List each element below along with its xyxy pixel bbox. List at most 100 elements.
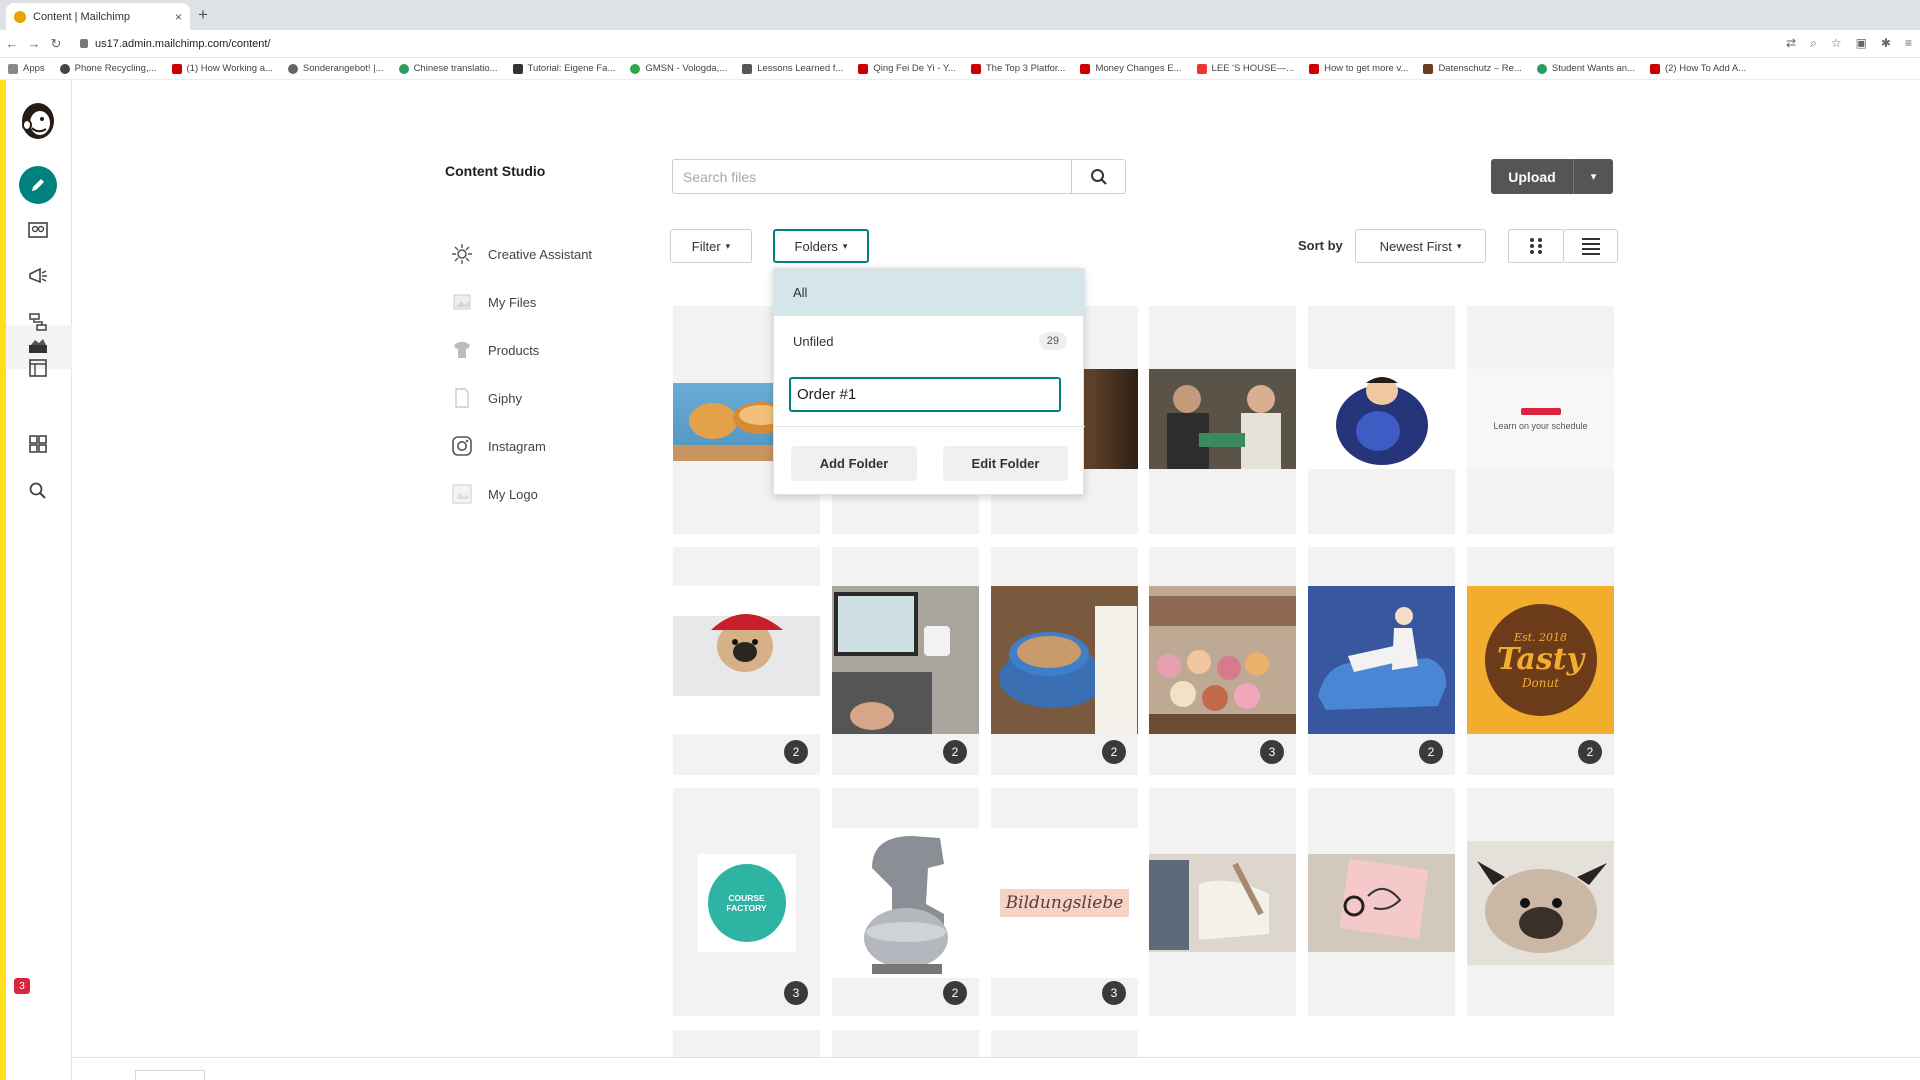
image-thumbnail: Bildungsliebe <box>991 828 1138 978</box>
content-card[interactable]: 2 <box>1308 547 1455 775</box>
tasty-donut-logo: Est. 2018 Tasty Donut <box>1484 604 1597 716</box>
create-pencil-button[interactable] <box>19 166 57 204</box>
chevron-down-icon: ▾ <box>1456 240 1462 251</box>
list-view-button[interactable] <box>1563 229 1618 263</box>
edit-folder-button[interactable]: Edit Folder <box>943 446 1068 481</box>
menu-icon[interactable]: ≡ <box>1905 36 1912 51</box>
content-card[interactable] <box>673 1030 820 1057</box>
notification-badge[interactable]: 3 <box>14 978 30 994</box>
image-thumbnail <box>1308 586 1455 734</box>
content-card[interactable] <box>1149 788 1296 1016</box>
bookmark-item[interactable]: Apps <box>8 63 45 74</box>
content-card[interactable] <box>1308 306 1455 534</box>
content-card[interactable]: COURSE FACTORY 3 <box>673 788 820 1016</box>
folders-dropdown[interactable]: Folders ▾ <box>773 229 869 263</box>
usage-count-badge: 3 <box>1102 981 1126 1005</box>
footer-tab[interactable] <box>135 1070 205 1080</box>
folder-option-label: Unfiled <box>793 333 834 349</box>
new-tab-icon[interactable]: + <box>198 5 208 25</box>
content-card[interactable] <box>1308 788 1455 1016</box>
bookmark-star-icon[interactable]: ☆ <box>1831 36 1842 51</box>
url-text: us17.admin.mailchimp.com/content/ <box>95 37 271 50</box>
content-card[interactable] <box>1149 306 1296 534</box>
bookmark-item[interactable]: Datenschutz – Re... <box>1423 63 1522 74</box>
add-folder-button[interactable]: Add Folder <box>791 446 917 481</box>
browser-tab-bar: Content | Mailchimp × + <box>0 0 1920 30</box>
bookmark-item[interactable]: LEE 'S HOUSE—... <box>1196 63 1294 74</box>
extension-icon[interactable]: ▣ <box>1856 36 1867 51</box>
zoom-icon[interactable]: ⌕ <box>1810 36 1817 51</box>
image-thumbnail: Learn on your schedule <box>1467 369 1614 469</box>
content-card[interactable] <box>991 1030 1138 1057</box>
bookmark-item[interactable]: Tutorial: Eigene Fa... <box>512 63 615 74</box>
grid-view-button[interactable] <box>1508 229 1564 263</box>
sort-value: Newest First <box>1379 238 1452 254</box>
folders-dropdown-menu: All Unfiled 29 Add Folder Edit Folder <box>773 268 1085 495</box>
folder-option-unfiled[interactable]: Unfiled 29 <box>793 329 1067 353</box>
bookmark-item[interactable]: Student Wants an... <box>1536 63 1635 74</box>
bookmark-item[interactable]: GMSN - Vologda,... <box>630 63 727 74</box>
reload-icon[interactable]: ↻ <box>46 36 66 52</box>
sidebar-item-label: My Files <box>488 294 537 310</box>
sidebar-item-label: Giphy <box>488 390 522 406</box>
sidebar-item-giphy[interactable]: Giphy <box>451 387 522 409</box>
bookmark-item[interactable]: (2) How To Add A... <box>1649 63 1746 74</box>
content-card[interactable]: 2 <box>673 547 820 775</box>
search-icon[interactable] <box>22 475 54 507</box>
sidebar-item-my-logo[interactable]: My Logo <box>451 483 538 505</box>
sidebar-item-label: Products <box>488 342 540 358</box>
audience-icon[interactable] <box>22 214 54 246</box>
bookmark-item[interactable]: (1) How Working a... <box>171 63 273 74</box>
content-card[interactable]: Bildungsliebe 3 <box>991 788 1138 1016</box>
url-field[interactable]: us17.admin.mailchimp.com/content/ <box>80 34 270 54</box>
browser-tab[interactable]: Content | Mailchimp × <box>6 3 190 30</box>
content-card[interactable]: 2 <box>832 788 979 1016</box>
bookmark-item[interactable]: The Top 3 Platfor... <box>970 63 1065 74</box>
close-tab-icon[interactable]: × <box>175 10 182 24</box>
upload-button[interactable]: Upload <box>1491 159 1573 194</box>
sidebar-item-instagram[interactable]: Instagram <box>451 435 546 457</box>
back-icon[interactable]: ← <box>2 36 22 51</box>
new-folder-name-input[interactable] <box>789 377 1061 412</box>
search-button[interactable] <box>1071 160 1125 193</box>
usage-count-badge: 2 <box>1578 740 1602 764</box>
usage-count-badge: 2 <box>943 740 967 764</box>
bookmark-item[interactable]: Sonderangebot! |... <box>287 63 384 74</box>
translate-icon[interactable]: ⇄ <box>1786 36 1796 51</box>
sidebar-item-creative-assistant[interactable]: Creative Assistant <box>451 243 592 265</box>
integrations-grid-icon[interactable] <box>22 428 54 460</box>
ad-brand-icon <box>1520 407 1561 415</box>
content-card[interactable]: 3 <box>1149 547 1296 775</box>
sort-select[interactable]: Newest First ▾ <box>1355 229 1486 263</box>
magnifier-icon <box>1090 168 1107 185</box>
page-title: Content Studio <box>445 163 546 179</box>
logo-image-icon <box>451 483 473 505</box>
filter-dropdown[interactable]: Filter ▾ <box>670 229 752 263</box>
mailchimp-logo-icon[interactable] <box>18 98 58 142</box>
content-card[interactable]: 2 <box>991 547 1138 775</box>
bookmark-item[interactable]: Lessons Learned f... <box>742 63 843 74</box>
campaigns-megaphone-icon[interactable] <box>22 260 54 292</box>
content-card[interactable] <box>832 1030 979 1057</box>
upload-button-group: Upload ▾ <box>1491 159 1613 194</box>
content-card[interactable]: Learn on your schedule <box>1467 306 1614 534</box>
usage-count-badge: 2 <box>1102 740 1126 764</box>
content-card[interactable]: Est. 2018 Tasty Donut 2 <box>1467 547 1614 775</box>
sidebar-item-my-files[interactable]: My Files <box>451 291 536 313</box>
course-factory-logo: COURSE FACTORY <box>697 854 796 952</box>
bookmark-item[interactable]: Money Changes E... <box>1080 63 1182 74</box>
bookmark-item[interactable]: Chinese translatio... <box>398 63 498 74</box>
content-card[interactable] <box>1467 788 1614 1016</box>
bookmark-item[interactable]: Phone Recycling,... <box>59 63 157 74</box>
folder-option-all[interactable]: All <box>774 269 1085 316</box>
search-input[interactable] <box>673 160 1071 193</box>
content-card[interactable]: 2 <box>832 547 979 775</box>
forward-icon[interactable]: → <box>24 36 44 51</box>
content-studio-icon[interactable] <box>22 331 54 363</box>
sidebar-item-products[interactable]: Products <box>451 339 539 361</box>
bookmark-item[interactable]: Qing Fei De Yi - Y... <box>858 63 956 74</box>
puzzle-icon[interactable]: ✱ <box>1881 36 1891 51</box>
upload-options-chevron-icon[interactable]: ▾ <box>1573 159 1613 194</box>
bookmark-item[interactable]: How to get more v... <box>1309 63 1408 74</box>
rail-accent-strip <box>0 80 6 1080</box>
